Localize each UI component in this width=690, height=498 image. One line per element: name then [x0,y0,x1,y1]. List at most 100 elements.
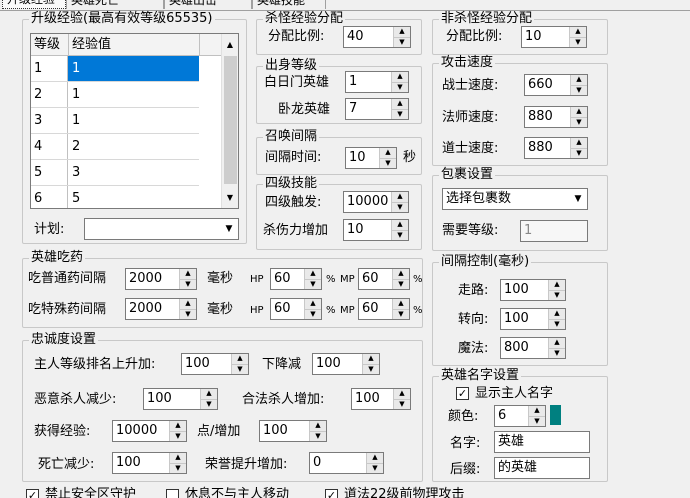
baiyue-hero-stepper[interactable]: 1 ▲ ▼ [345,71,409,93]
spin-down-icon[interactable]: ▼ [549,347,565,359]
spin-up-icon[interactable]: ▲ [549,309,565,319]
table-row[interactable]: 53 [31,160,199,186]
turn-stepper[interactable]: 100 ▲ ▼ [500,308,566,330]
normal-potion-stepper[interactable]: 2000 ▲ ▼ [125,268,197,290]
spin-down-icon[interactable]: ▼ [305,308,321,320]
scroll-up-icon[interactable]: ▲ [222,36,238,53]
spin-down-icon[interactable]: ▼ [305,278,321,290]
spin-up-icon[interactable]: ▲ [393,299,409,309]
row-exp[interactable]: 2 [68,134,199,159]
spin-up-icon[interactable]: ▲ [394,389,410,399]
walk-stepper[interactable]: 100 ▲ ▼ [500,279,566,301]
spin-up-icon[interactable]: ▲ [170,421,186,431]
spin-down-icon[interactable]: ▼ [392,201,408,213]
spin-down-icon[interactable]: ▼ [180,308,196,320]
spin-up-icon[interactable]: ▲ [310,421,326,431]
spin-down-icon[interactable]: ▼ [393,308,409,320]
spin-up-icon[interactable]: ▲ [367,453,383,463]
taoist-speed-stepper[interactable]: 880 ▲ ▼ [524,137,588,159]
spin-up-icon[interactable]: ▲ [170,453,186,463]
spin-down-icon[interactable]: ▼ [363,363,379,375]
spin-down-icon[interactable]: ▼ [201,398,217,410]
package-level-field[interactable]: 1 [520,220,588,242]
spin-down-icon[interactable]: ▼ [394,398,410,410]
scroll-thumb[interactable] [224,56,237,184]
spin-up-icon[interactable]: ▲ [201,389,217,399]
spin-down-icon[interactable]: ▼ [571,116,587,128]
row-exp[interactable]: 1 [68,82,199,107]
row-exp[interactable]: 3 [68,160,199,185]
spin-down-icon[interactable]: ▼ [529,415,545,427]
chevron-down-icon[interactable]: ▼ [569,189,587,209]
spin-down-icon[interactable]: ▼ [367,462,383,474]
rank-down-stepper[interactable]: 100 ▲ ▼ [312,353,380,375]
table-row[interactable]: 31 [31,108,199,134]
magic-stepper[interactable]: 800 ▲ ▼ [500,337,566,359]
name-field[interactable]: 英雄 [494,431,590,453]
warrior-speed-stepper[interactable]: 660 ▲ ▼ [524,74,588,96]
spin-down-icon[interactable]: ▼ [232,363,248,375]
spin-down-icon[interactable]: ▼ [180,278,196,290]
honor-increase-stepper[interactable]: 0 ▲ ▼ [309,452,384,474]
spin-up-icon[interactable]: ▲ [180,299,196,309]
spin-up-icon[interactable]: ▲ [392,192,408,202]
special-mp-stepper[interactable]: 60 ▲ ▼ [358,298,410,320]
spin-down-icon[interactable]: ▼ [380,157,396,169]
column-header-exp[interactable]: 经验值 [69,34,200,55]
non-kill-ratio-stepper[interactable]: 10 ▲ ▼ [521,26,587,48]
normal-hp-stepper[interactable]: 60 ▲ ▼ [270,268,322,290]
spin-up-icon[interactable]: ▲ [363,354,379,364]
death-reduce-stepper[interactable]: 100 ▲ ▼ [112,452,187,474]
spin-up-icon[interactable]: ▲ [394,27,410,37]
row-exp[interactable]: 1 [68,108,199,133]
spin-up-icon[interactable]: ▲ [305,299,321,309]
spin-down-icon[interactable]: ▼ [392,81,408,93]
tab-hero-death[interactable]: 英雄死亡 [66,0,164,9]
spin-up-icon[interactable]: ▲ [180,269,196,279]
spin-up-icon[interactable]: ▲ [380,148,396,158]
tab-level-exp[interactable]: 升级经验 [2,0,66,9]
chevron-down-icon[interactable]: ▼ [220,219,238,239]
spin-down-icon[interactable]: ▼ [549,289,565,301]
spin-up-icon[interactable]: ▲ [571,107,587,117]
spin-down-icon[interactable]: ▼ [170,430,186,442]
spin-up-icon[interactable]: ▲ [549,338,565,348]
gain-exp-stepper[interactable]: 10000 ▲ ▼ [112,420,187,442]
skill4-trigger-stepper[interactable]: 10000 ▲ ▼ [343,191,409,213]
special-potion-stepper[interactable]: 2000 ▲ ▼ [125,298,197,320]
row-exp[interactable]: 5 [68,186,199,208]
rest-no-follow-checkbox[interactable] [166,489,179,498]
spin-down-icon[interactable]: ▼ [571,84,587,96]
special-hp-stepper[interactable]: 60 ▲ ▼ [270,298,322,320]
tab-hero-skill[interactable]: 英雄技能 [252,0,326,9]
scroll-down-icon[interactable]: ▼ [222,189,238,206]
spin-up-icon[interactable]: ▲ [571,138,587,148]
spin-up-icon[interactable]: ▲ [305,269,321,279]
wolong-hero-stepper[interactable]: 7 ▲ ▼ [345,98,409,120]
legal-kill-stepper[interactable]: 100 ▲ ▼ [351,388,411,410]
table-row[interactable]: 11 [31,56,199,82]
suffix-field[interactable]: 的英雄 [494,457,590,479]
spin-down-icon[interactable]: ▼ [310,430,326,442]
spin-down-icon[interactable]: ▼ [549,318,565,330]
table-scrollbar[interactable]: ▲ ▼ [221,34,238,208]
spin-down-icon[interactable]: ▼ [394,36,410,48]
spin-up-icon[interactable]: ▲ [549,280,565,290]
spin-up-icon[interactable]: ▲ [392,72,408,82]
table-row[interactable]: 42 [31,134,199,160]
per-increase-stepper[interactable]: 100 ▲ ▼ [259,420,327,442]
rank-up-stepper[interactable]: 100 ▲ ▼ [181,353,249,375]
spin-down-icon[interactable]: ▼ [392,229,408,241]
spin-down-icon[interactable]: ▼ [170,462,186,474]
table-row[interactable]: 21 [31,82,199,108]
spin-up-icon[interactable]: ▲ [393,269,409,279]
spin-down-icon[interactable]: ▼ [571,147,587,159]
level-exp-table[interactable]: 等级 经验值 11 21 31 42 53 65 ▲ ▼ [30,33,239,209]
evil-kill-stepper[interactable]: 100 ▲ ▼ [143,388,218,410]
normal-mp-stepper[interactable]: 60 ▲ ▼ [358,268,410,290]
show-master-name-checkbox[interactable]: ✓ [456,387,469,400]
spin-up-icon[interactable]: ▲ [392,99,408,109]
skill4-damage-stepper[interactable]: 10 ▲ ▼ [343,219,409,241]
summon-interval-stepper[interactable]: 10 ▲ ▼ [345,147,397,169]
spin-up-icon[interactable]: ▲ [232,354,248,364]
